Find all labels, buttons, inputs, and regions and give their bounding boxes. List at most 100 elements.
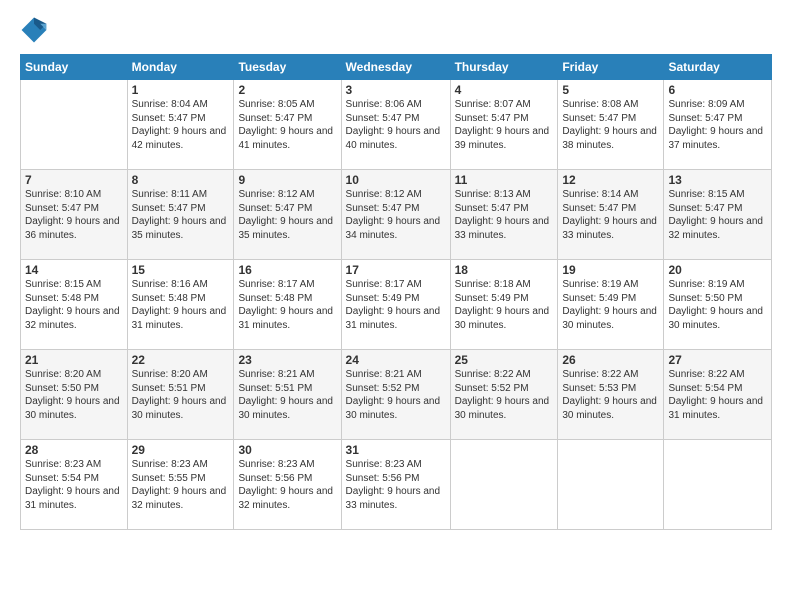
- calendar-table: SundayMondayTuesdayWednesdayThursdayFrid…: [20, 54, 772, 530]
- day-info: Sunrise: 8:23 AMSunset: 5:55 PMDaylight:…: [132, 458, 230, 512]
- calendar-cell: 10Sunrise: 8:12 AMSunset: 5:47 PMDayligh…: [341, 170, 450, 260]
- day-number: 7: [25, 173, 123, 187]
- day-info: Sunrise: 8:20 AMSunset: 5:50 PMDaylight:…: [25, 368, 123, 422]
- page-container: SundayMondayTuesdayWednesdayThursdayFrid…: [0, 0, 792, 612]
- calendar-cell: 18Sunrise: 8:18 AMSunset: 5:49 PMDayligh…: [450, 260, 558, 350]
- day-info: Sunrise: 8:08 AMSunset: 5:47 PMDaylight:…: [562, 98, 659, 152]
- day-number: 11: [455, 173, 554, 187]
- calendar-cell: 30Sunrise: 8:23 AMSunset: 5:56 PMDayligh…: [234, 440, 341, 530]
- day-number: 31: [346, 443, 446, 457]
- day-info: Sunrise: 8:17 AMSunset: 5:48 PMDaylight:…: [238, 278, 336, 332]
- day-number: 27: [668, 353, 767, 367]
- calendar-cell: 31Sunrise: 8:23 AMSunset: 5:56 PMDayligh…: [341, 440, 450, 530]
- day-number: 21: [25, 353, 123, 367]
- day-info: Sunrise: 8:14 AMSunset: 5:47 PMDaylight:…: [562, 188, 659, 242]
- header-cell-monday: Monday: [127, 55, 234, 80]
- day-info: Sunrise: 8:04 AMSunset: 5:47 PMDaylight:…: [132, 98, 230, 152]
- day-info: Sunrise: 8:09 AMSunset: 5:47 PMDaylight:…: [668, 98, 767, 152]
- calendar-cell: 14Sunrise: 8:15 AMSunset: 5:48 PMDayligh…: [21, 260, 128, 350]
- calendar-cell: 9Sunrise: 8:12 AMSunset: 5:47 PMDaylight…: [234, 170, 341, 260]
- day-info: Sunrise: 8:21 AMSunset: 5:52 PMDaylight:…: [346, 368, 446, 422]
- logo: [20, 16, 52, 44]
- day-info: Sunrise: 8:22 AMSunset: 5:53 PMDaylight:…: [562, 368, 659, 422]
- day-number: 1: [132, 83, 230, 97]
- day-info: Sunrise: 8:15 AMSunset: 5:47 PMDaylight:…: [668, 188, 767, 242]
- day-number: 24: [346, 353, 446, 367]
- day-info: Sunrise: 8:16 AMSunset: 5:48 PMDaylight:…: [132, 278, 230, 332]
- calendar-cell: 3Sunrise: 8:06 AMSunset: 5:47 PMDaylight…: [341, 80, 450, 170]
- calendar-cell: [558, 440, 664, 530]
- day-number: 26: [562, 353, 659, 367]
- day-number: 19: [562, 263, 659, 277]
- day-info: Sunrise: 8:05 AMSunset: 5:47 PMDaylight:…: [238, 98, 336, 152]
- day-number: 4: [455, 83, 554, 97]
- day-number: 2: [238, 83, 336, 97]
- day-info: Sunrise: 8:21 AMSunset: 5:51 PMDaylight:…: [238, 368, 336, 422]
- day-number: 15: [132, 263, 230, 277]
- calendar-cell: [664, 440, 772, 530]
- day-info: Sunrise: 8:17 AMSunset: 5:49 PMDaylight:…: [346, 278, 446, 332]
- calendar-week-0: 1Sunrise: 8:04 AMSunset: 5:47 PMDaylight…: [21, 80, 772, 170]
- calendar-cell: 7Sunrise: 8:10 AMSunset: 5:47 PMDaylight…: [21, 170, 128, 260]
- day-info: Sunrise: 8:07 AMSunset: 5:47 PMDaylight:…: [455, 98, 554, 152]
- calendar-cell: 11Sunrise: 8:13 AMSunset: 5:47 PMDayligh…: [450, 170, 558, 260]
- header-cell-tuesday: Tuesday: [234, 55, 341, 80]
- calendar-cell: [21, 80, 128, 170]
- calendar-week-1: 7Sunrise: 8:10 AMSunset: 5:47 PMDaylight…: [21, 170, 772, 260]
- calendar-cell: [450, 440, 558, 530]
- calendar-cell: 25Sunrise: 8:22 AMSunset: 5:52 PMDayligh…: [450, 350, 558, 440]
- calendar-header: SundayMondayTuesdayWednesdayThursdayFrid…: [21, 55, 772, 80]
- calendar-cell: 27Sunrise: 8:22 AMSunset: 5:54 PMDayligh…: [664, 350, 772, 440]
- day-info: Sunrise: 8:15 AMSunset: 5:48 PMDaylight:…: [25, 278, 123, 332]
- day-number: 23: [238, 353, 336, 367]
- calendar-body: 1Sunrise: 8:04 AMSunset: 5:47 PMDaylight…: [21, 80, 772, 530]
- calendar-week-2: 14Sunrise: 8:15 AMSunset: 5:48 PMDayligh…: [21, 260, 772, 350]
- day-info: Sunrise: 8:22 AMSunset: 5:54 PMDaylight:…: [668, 368, 767, 422]
- calendar-cell: 13Sunrise: 8:15 AMSunset: 5:47 PMDayligh…: [664, 170, 772, 260]
- day-number: 30: [238, 443, 336, 457]
- header-cell-thursday: Thursday: [450, 55, 558, 80]
- day-number: 29: [132, 443, 230, 457]
- day-info: Sunrise: 8:12 AMSunset: 5:47 PMDaylight:…: [238, 188, 336, 242]
- page-header: [20, 16, 772, 44]
- calendar-cell: 17Sunrise: 8:17 AMSunset: 5:49 PMDayligh…: [341, 260, 450, 350]
- day-number: 10: [346, 173, 446, 187]
- day-number: 8: [132, 173, 230, 187]
- logo-icon: [20, 16, 48, 44]
- calendar-cell: 24Sunrise: 8:21 AMSunset: 5:52 PMDayligh…: [341, 350, 450, 440]
- day-info: Sunrise: 8:13 AMSunset: 5:47 PMDaylight:…: [455, 188, 554, 242]
- header-cell-saturday: Saturday: [664, 55, 772, 80]
- calendar-cell: 12Sunrise: 8:14 AMSunset: 5:47 PMDayligh…: [558, 170, 664, 260]
- day-info: Sunrise: 8:23 AMSunset: 5:56 PMDaylight:…: [346, 458, 446, 512]
- calendar-cell: 26Sunrise: 8:22 AMSunset: 5:53 PMDayligh…: [558, 350, 664, 440]
- day-number: 20: [668, 263, 767, 277]
- day-info: Sunrise: 8:22 AMSunset: 5:52 PMDaylight:…: [455, 368, 554, 422]
- header-cell-wednesday: Wednesday: [341, 55, 450, 80]
- header-cell-friday: Friday: [558, 55, 664, 80]
- calendar-week-4: 28Sunrise: 8:23 AMSunset: 5:54 PMDayligh…: [21, 440, 772, 530]
- day-info: Sunrise: 8:12 AMSunset: 5:47 PMDaylight:…: [346, 188, 446, 242]
- calendar-cell: 28Sunrise: 8:23 AMSunset: 5:54 PMDayligh…: [21, 440, 128, 530]
- day-number: 22: [132, 353, 230, 367]
- day-number: 6: [668, 83, 767, 97]
- calendar-cell: 6Sunrise: 8:09 AMSunset: 5:47 PMDaylight…: [664, 80, 772, 170]
- day-number: 9: [238, 173, 336, 187]
- day-info: Sunrise: 8:23 AMSunset: 5:56 PMDaylight:…: [238, 458, 336, 512]
- calendar-cell: 1Sunrise: 8:04 AMSunset: 5:47 PMDaylight…: [127, 80, 234, 170]
- calendar-cell: 21Sunrise: 8:20 AMSunset: 5:50 PMDayligh…: [21, 350, 128, 440]
- header-cell-sunday: Sunday: [21, 55, 128, 80]
- day-info: Sunrise: 8:19 AMSunset: 5:50 PMDaylight:…: [668, 278, 767, 332]
- day-number: 25: [455, 353, 554, 367]
- calendar-cell: 15Sunrise: 8:16 AMSunset: 5:48 PMDayligh…: [127, 260, 234, 350]
- calendar-cell: 8Sunrise: 8:11 AMSunset: 5:47 PMDaylight…: [127, 170, 234, 260]
- calendar-cell: 2Sunrise: 8:05 AMSunset: 5:47 PMDaylight…: [234, 80, 341, 170]
- calendar-cell: 5Sunrise: 8:08 AMSunset: 5:47 PMDaylight…: [558, 80, 664, 170]
- day-info: Sunrise: 8:19 AMSunset: 5:49 PMDaylight:…: [562, 278, 659, 332]
- day-number: 17: [346, 263, 446, 277]
- day-number: 16: [238, 263, 336, 277]
- day-number: 3: [346, 83, 446, 97]
- day-number: 12: [562, 173, 659, 187]
- day-info: Sunrise: 8:11 AMSunset: 5:47 PMDaylight:…: [132, 188, 230, 242]
- day-info: Sunrise: 8:20 AMSunset: 5:51 PMDaylight:…: [132, 368, 230, 422]
- calendar-cell: 19Sunrise: 8:19 AMSunset: 5:49 PMDayligh…: [558, 260, 664, 350]
